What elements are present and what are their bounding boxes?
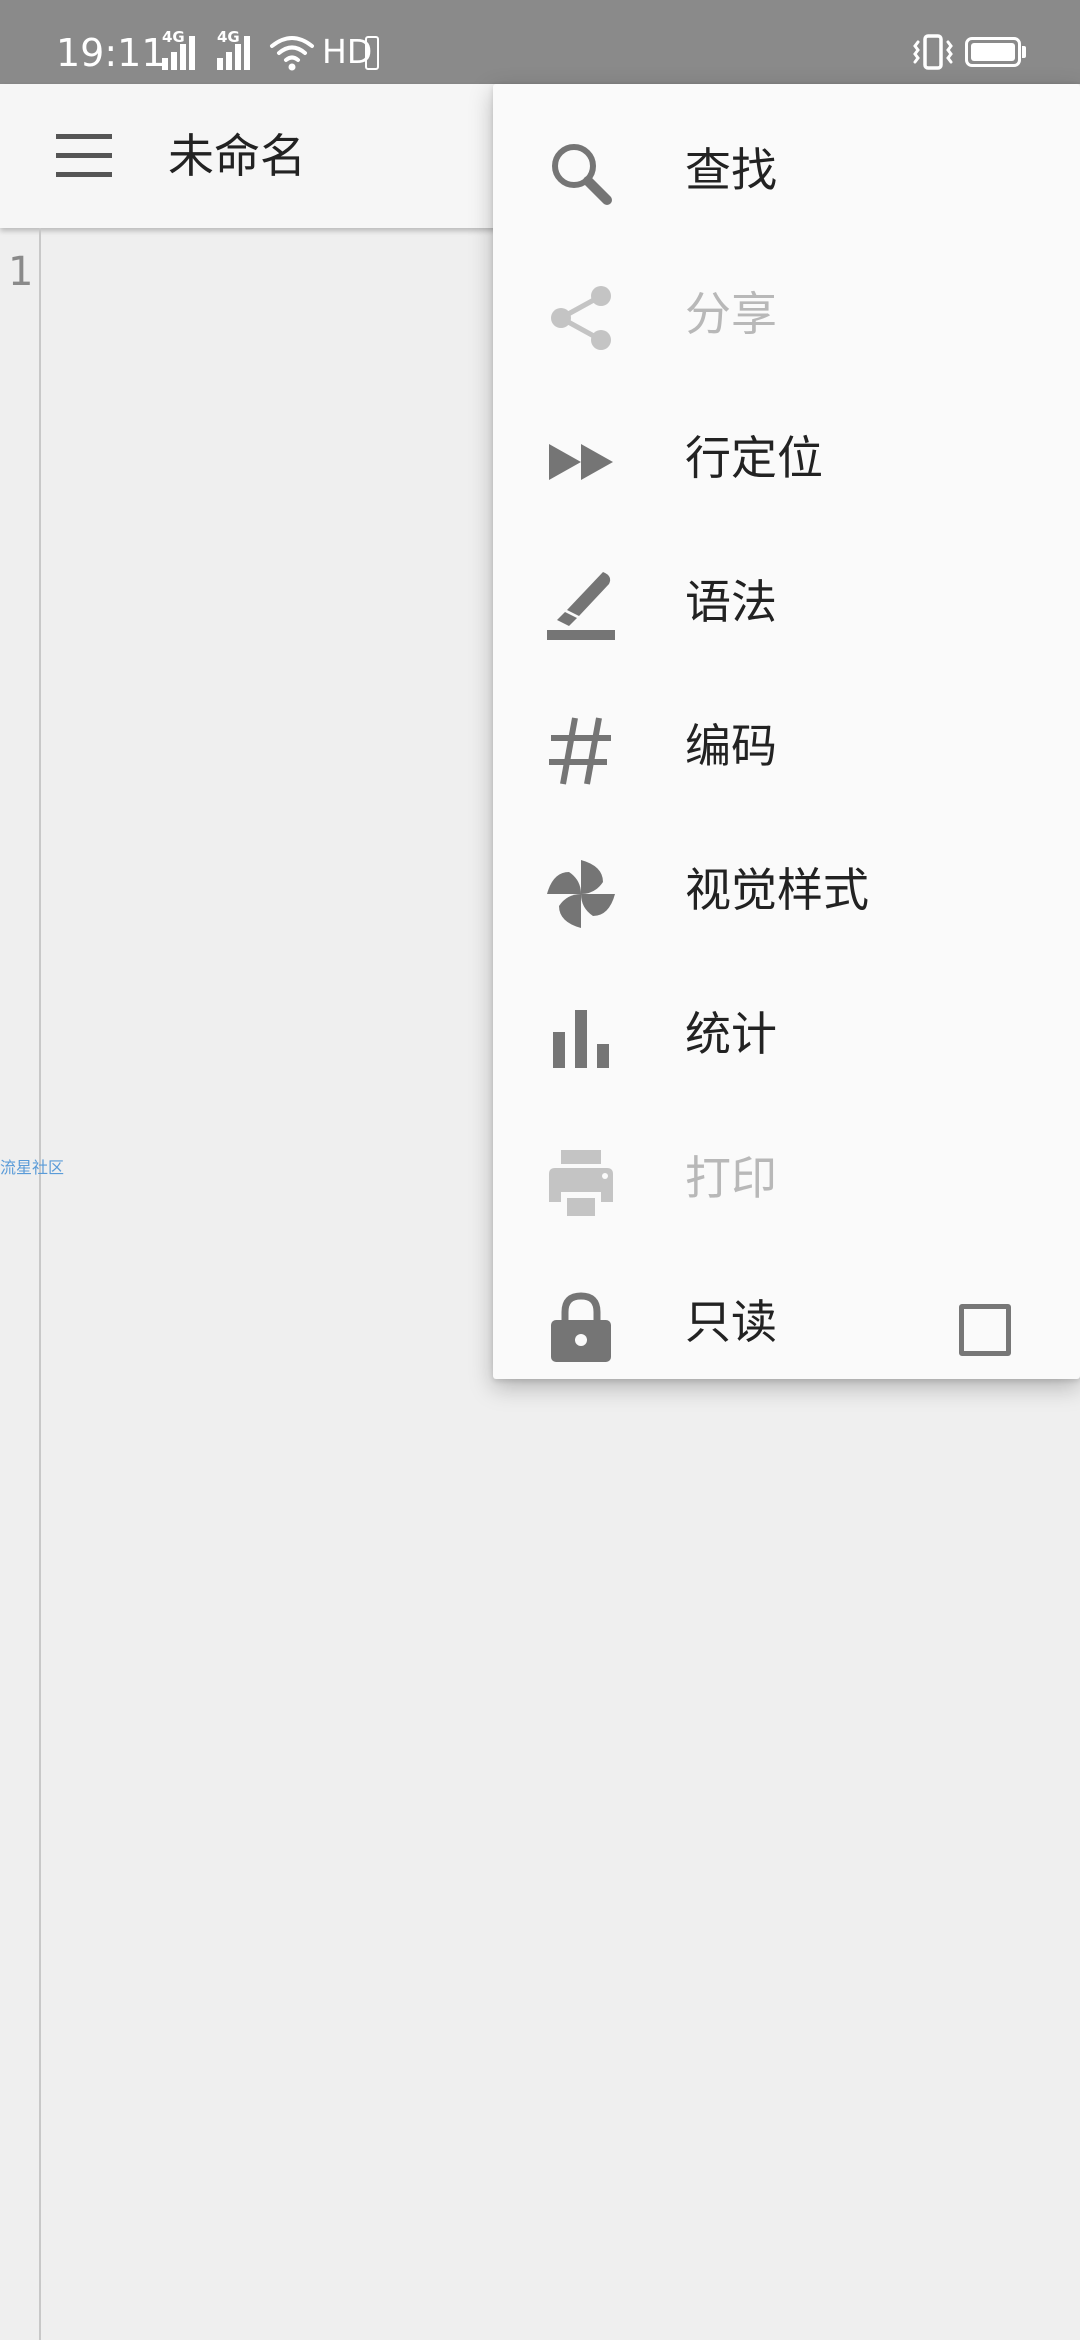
status-time: 19:11: [56, 31, 166, 75]
overflow-menu: 查找 分享 行定位 语法 编码 视觉样式 统计 打印 只读: [493, 84, 1080, 1379]
fast-forward-icon: [545, 426, 617, 498]
menu-item-encoding[interactable]: 编码: [493, 672, 1080, 816]
menu-item-label: 打印: [685, 1151, 777, 1205]
menu-item-print[interactable]: 打印: [493, 1104, 1080, 1248]
menu-item-label: 只读: [685, 1295, 777, 1349]
hd-sim-icon: [365, 36, 379, 70]
network-type-label-2: 4G: [217, 28, 240, 46]
wifi-icon: [270, 36, 314, 71]
signal-icon: 4G: [160, 30, 200, 70]
vibrate-icon: [913, 34, 953, 70]
menu-item-label: 统计: [685, 1007, 777, 1061]
menu-icon[interactable]: [56, 134, 112, 178]
menu-item-label: 视觉样式: [685, 863, 869, 917]
menu-item-find[interactable]: 查找: [493, 96, 1080, 240]
status-bar: 19:11 4G 4G HD: [0, 0, 1080, 84]
menu-item-statistics[interactable]: 统计: [493, 960, 1080, 1104]
menu-item-label: 语法: [685, 575, 777, 629]
menu-item-visual-style[interactable]: 视觉样式: [493, 816, 1080, 960]
menu-item-syntax[interactable]: 语法: [493, 528, 1080, 672]
share-icon: [545, 282, 617, 354]
menu-item-read-only[interactable]: 只读: [493, 1248, 1080, 1392]
read-only-checkbox[interactable]: [959, 1304, 1011, 1356]
document-title: 未命名: [168, 129, 306, 183]
menu-item-label: 查找: [685, 143, 777, 197]
battery-icon: [965, 37, 1021, 67]
bar-chart-icon: [545, 1002, 617, 1074]
line-number: 1: [8, 249, 34, 295]
lock-icon: [545, 1290, 617, 1362]
battery-tip: [1022, 46, 1026, 58]
menu-item-goto-line[interactable]: 行定位: [493, 384, 1080, 528]
menu-item-label: 分享: [685, 287, 777, 341]
highlighter-icon: [545, 570, 617, 642]
watermark: 流星社区: [0, 1158, 65, 1177]
menu-item-label: 编码: [685, 719, 777, 773]
signal-icon-2: 4G: [215, 30, 255, 70]
printer-icon: [545, 1146, 617, 1218]
pinwheel-icon: [545, 858, 617, 930]
screen: 19:11 4G 4G HD 未命名 1 流星社区 查找 分享 行定位 语法 编…: [0, 0, 1080, 2340]
menu-item-label: 行定位: [685, 431, 823, 485]
line-gutter-divider: [39, 228, 41, 2340]
network-type-label: 4G: [162, 28, 185, 46]
hash-icon: [545, 714, 617, 786]
menu-item-share[interactable]: 分享: [493, 240, 1080, 384]
search-icon: [545, 138, 617, 210]
